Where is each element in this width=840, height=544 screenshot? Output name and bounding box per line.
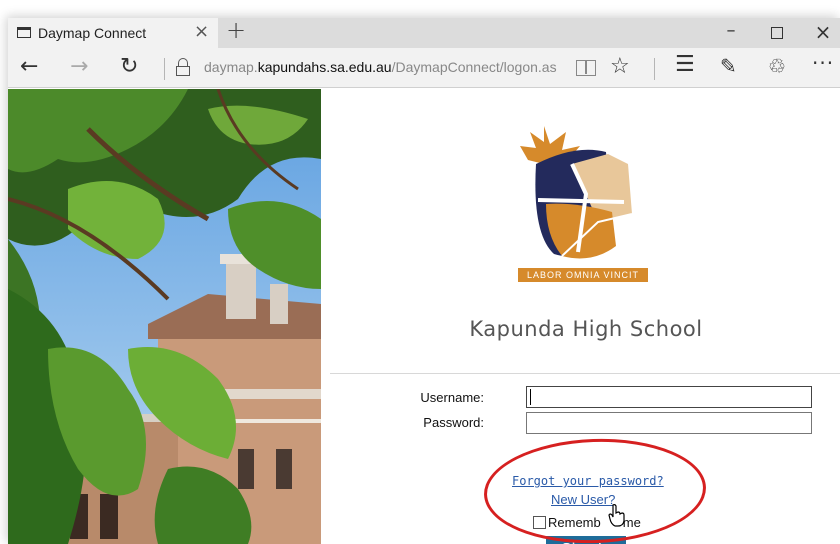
tab-close-icon[interactable]: × [194,21,209,42]
minimize-button[interactable]: – [708,20,754,50]
tab-daymap-connect[interactable]: Daymap Connect × [8,18,218,48]
password-input[interactable] [526,412,812,434]
username-label: Username: [420,390,484,405]
window-close-button[interactable]: × [800,20,840,50]
back-button[interactable]: ← [20,54,38,80]
forward-button[interactable]: → [70,54,88,80]
divider [164,58,165,80]
school-name-heading: Kapunda High School [469,317,703,341]
lock-icon [176,58,190,78]
page-icon [17,27,31,38]
divider [330,373,840,374]
url-path: /DaymapConnect/logon.as [391,59,557,75]
text-caret [530,389,531,405]
navigation-bar: ← → ↻ daymap.kapundahs.sa.edu.au/DaymapC… [8,48,840,88]
school-motto: LABOR OMNIA VINCIT [518,268,648,282]
page-content: LABOR OMNIA VINCIT Kapunda High School U… [8,89,840,544]
school-crest-logo [520,126,633,259]
favorite-star-icon[interactable]: ☆ [610,54,630,80]
more-menu-icon[interactable]: ··· [812,50,834,76]
hub-icon[interactable]: ☰ [675,52,695,78]
school-photo [8,89,321,544]
web-note-icon[interactable]: ✎ [720,53,737,79]
reading-view-icon[interactable] [576,60,596,76]
maximize-icon [771,27,783,39]
new-tab-button[interactable]: + [226,16,246,44]
url-prefix: daymap. [204,59,258,75]
highlight-circle [482,435,708,544]
password-label: Password: [423,415,484,430]
tab-title: Daymap Connect [38,25,147,41]
url-domain: kapundahs.sa.edu.au [257,59,392,75]
tab-bar: Daymap Connect × + – × [8,16,840,50]
refresh-button[interactable]: ↻ [120,54,138,80]
username-input[interactable] [526,386,812,408]
share-icon[interactable]: ♲ [768,53,786,79]
address-bar[interactable]: daymap.kapundahs.sa.edu.au/DaymapConnect… [204,59,564,75]
divider [654,58,655,80]
browser-window: Daymap Connect × + – × ← → ↻ daymap.kapu… [8,16,840,544]
